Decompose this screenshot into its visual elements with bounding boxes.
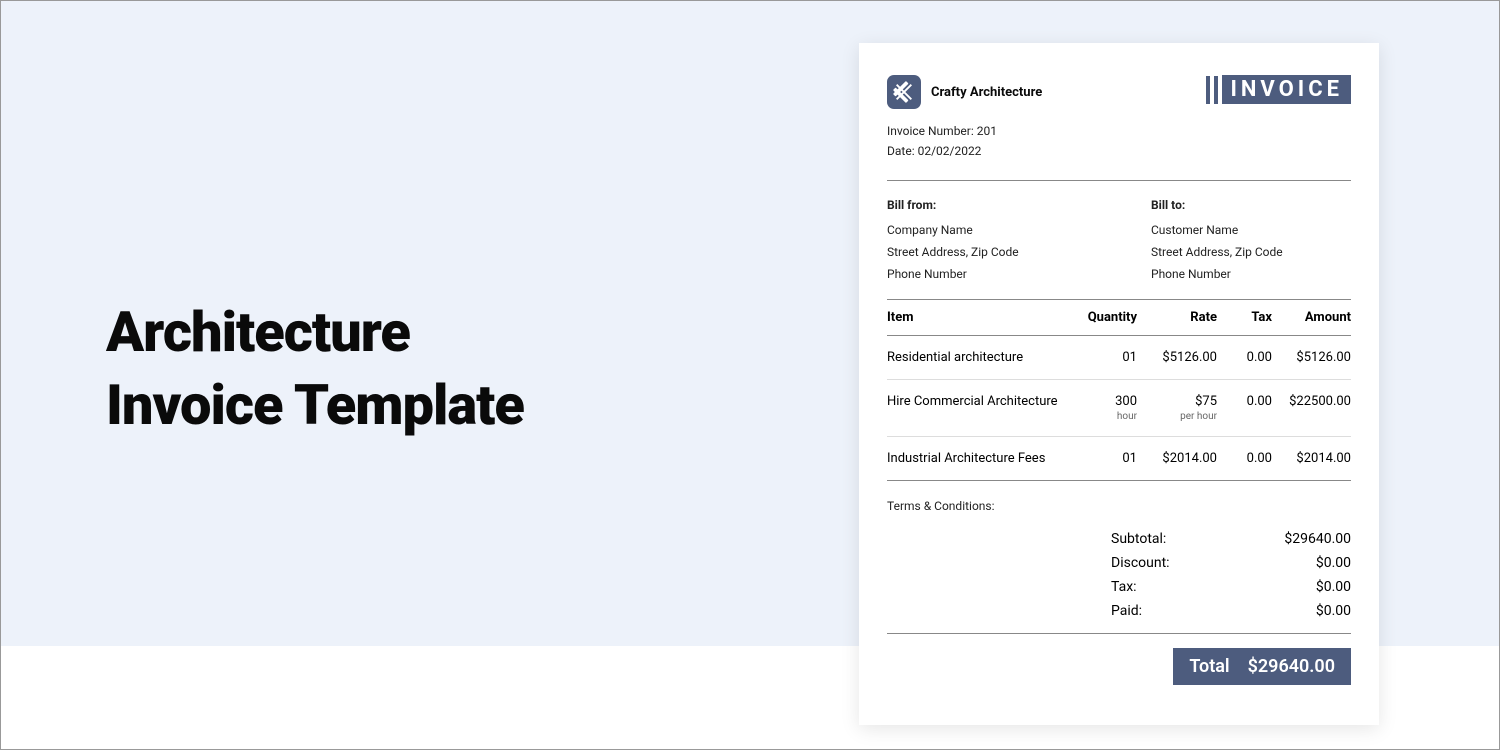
item-amount: $22500.00 [1272, 394, 1351, 409]
total-label: Total [1189, 656, 1229, 677]
invoice-stripe [1206, 76, 1210, 104]
col-qty: Quantity [1067, 310, 1137, 325]
discount-label: Discount: [1111, 555, 1170, 571]
tax-label: Tax: [1111, 579, 1137, 595]
divider [887, 180, 1351, 181]
col-tax: Tax [1217, 310, 1272, 325]
table-row: Residential architecture01$5126.000.00$5… [887, 336, 1351, 380]
item-name: Residential architecture [887, 350, 1067, 365]
bill-from-company: Company Name [887, 220, 1151, 242]
table-row: Industrial Architecture Fees01$2014.000.… [887, 437, 1351, 481]
terms-label: Terms & Conditions: [887, 499, 1351, 513]
brand-name: Crafty Architecture [931, 85, 1042, 100]
item-qty: 01 [1067, 451, 1137, 466]
item-rate: $5126.00 [1137, 350, 1217, 365]
bill-to-phone: Phone Number [1151, 264, 1351, 286]
col-rate: Rate [1137, 310, 1217, 325]
bill-from-label: Bill from: [887, 195, 1151, 217]
invoice-meta: Invoice Number: 201 Date: 02/02/2022 [887, 121, 1351, 162]
col-item: Item [887, 310, 1067, 325]
page-title: Architecture Invoice Template [106, 296, 524, 442]
tax-value: $0.00 [1316, 579, 1351, 595]
bill-to-name: Customer Name [1151, 220, 1351, 242]
bill-to-label: Bill to: [1151, 195, 1351, 217]
invoice-card: Crafty Architecture INVOICE Invoice Numb… [859, 43, 1379, 725]
bill-from-address: Street Address, Zip Code [887, 242, 1151, 264]
item-qty: 300hour [1067, 394, 1137, 422]
bill-to: Bill to: Customer Name Street Address, Z… [1151, 195, 1351, 285]
summary-paid: Paid: $0.00 [1111, 603, 1351, 619]
item-amount: $2014.00 [1272, 451, 1351, 466]
summary: Subtotal: $29640.00 Discount: $0.00 Tax:… [887, 531, 1351, 619]
item-name: Hire Commercial Architecture [887, 394, 1067, 409]
invoice-label-wrap: INVOICE [1206, 75, 1351, 104]
billing-section: Bill from: Company Name Street Address, … [887, 195, 1351, 285]
col-amt: Amount [1272, 310, 1351, 325]
item-rate: $75per hour [1137, 394, 1217, 422]
invoice-stripe [1214, 76, 1218, 104]
item-tax: 0.00 [1217, 451, 1272, 466]
subtotal-label: Subtotal: [1111, 531, 1166, 547]
ruler-pencil-icon [893, 81, 915, 103]
invoice-date: Date: 02/02/2022 [887, 141, 1351, 161]
bill-from-phone: Phone Number [887, 264, 1151, 286]
summary-subtotal: Subtotal: $29640.00 [1111, 531, 1351, 547]
table-row: Hire Commercial Architecture300hour$75pe… [887, 380, 1351, 437]
page-container: Architecture Invoice Template Crafty Arc… [0, 0, 1500, 750]
item-tax: 0.00 [1217, 350, 1272, 365]
invoice-header: Crafty Architecture INVOICE [887, 75, 1351, 109]
brand-icon [887, 75, 921, 109]
title-line-2: Invoice Template [106, 369, 524, 442]
bill-from: Bill from: Company Name Street Address, … [887, 195, 1151, 285]
item-amount: $5126.00 [1272, 350, 1351, 365]
summary-tax: Tax: $0.00 [1111, 579, 1351, 595]
subtotal-value: $29640.00 [1284, 531, 1351, 547]
total-value: $29640.00 [1248, 656, 1335, 677]
item-name: Industrial Architecture Fees [887, 451, 1067, 466]
bill-to-address: Street Address, Zip Code [1151, 242, 1351, 264]
paid-value: $0.00 [1316, 603, 1351, 619]
divider [887, 633, 1351, 634]
total-badge: Total $29640.00 [1173, 648, 1351, 685]
table-header: Item Quantity Rate Tax Amount [887, 300, 1351, 336]
title-line-1: Architecture [106, 296, 524, 369]
item-qty: 01 [1067, 350, 1137, 365]
invoice-number: Invoice Number: 201 [887, 121, 1351, 141]
item-tax: 0.00 [1217, 394, 1272, 409]
paid-label: Paid: [1111, 603, 1142, 619]
discount-value: $0.00 [1316, 555, 1351, 571]
invoice-label: INVOICE [1222, 75, 1351, 104]
items-table: Item Quantity Rate Tax Amount Residentia… [887, 300, 1351, 481]
summary-discount: Discount: $0.00 [1111, 555, 1351, 571]
brand: Crafty Architecture [887, 75, 1042, 109]
item-rate: $2014.00 [1137, 451, 1217, 466]
